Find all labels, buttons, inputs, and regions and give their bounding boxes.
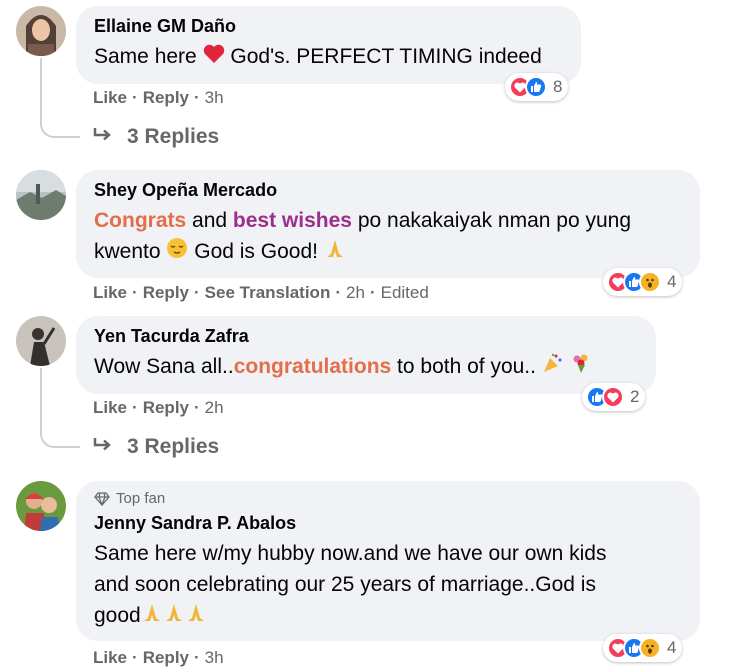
reply-button[interactable]: Reply <box>143 648 189 667</box>
comment-actions: Like · Reply · See Translation · 2h · Ed… <box>93 283 429 303</box>
comment-bubble: Shey Opeña Mercado Congrats and best wis… <box>76 170 700 278</box>
comment-timestamp[interactable]: 3h <box>205 648 224 667</box>
reaction-count: 4 <box>667 272 677 291</box>
thread-line <box>40 368 80 448</box>
view-replies-button[interactable]: 3 Replies <box>93 435 219 459</box>
reaction-summary[interactable]: 2 <box>582 383 646 411</box>
comment-timestamp[interactable]: 2h <box>205 398 224 418</box>
comment-actions: Like · Reply · 3h <box>93 648 224 667</box>
comment-text: Same here w/my hubby now.and we have our… <box>94 538 684 632</box>
comment-author[interactable]: Jenny Sandra P. Abalos <box>94 512 684 534</box>
wow-reaction-icon <box>639 637 661 659</box>
like-button[interactable]: Like <box>93 88 127 108</box>
thread-line <box>40 58 80 138</box>
like-button[interactable]: Like <box>93 283 127 303</box>
reaction-count: 2 <box>630 387 640 406</box>
view-replies-button[interactable]: 3 Replies <box>93 125 219 149</box>
top-fan-diamond-icon <box>94 492 110 506</box>
reaction-count: 4 <box>667 638 677 657</box>
praying-hands-emoji-icon <box>141 601 207 632</box>
comment-timestamp[interactable]: 2h <box>346 283 365 303</box>
comment-actions: Like · Reply · 3h <box>93 88 224 108</box>
wow-reaction-icon <box>639 271 661 293</box>
comment-actions: Like · Reply · 2h <box>93 398 224 418</box>
avatar[interactable] <box>16 316 66 366</box>
heart-emoji-icon <box>203 42 225 73</box>
reply-arrow-icon <box>93 435 113 459</box>
replies-label: 3 Replies <box>127 435 220 458</box>
top-fan-badge: Top fan <box>94 490 684 508</box>
reaction-summary[interactable]: 4 <box>603 268 683 296</box>
reply-arrow-icon <box>93 125 113 149</box>
replies-label: 3 Replies <box>127 125 220 148</box>
reply-button[interactable]: Reply <box>143 88 189 108</box>
comment-bubble: Ellaine GM Daño Same here God's. PERFECT… <box>76 6 581 84</box>
comment-bubble: Top fan Jenny Sandra P. Abalos Same here… <box>76 481 700 641</box>
avatar[interactable] <box>16 170 66 220</box>
like-reaction-icon <box>525 76 547 98</box>
party-popper-emoji-icon <box>542 352 564 383</box>
comment-author[interactable]: Shey Opeña Mercado <box>94 179 684 201</box>
edited-label: Edited <box>380 283 429 302</box>
comment-text: Congrats and best wishes po nakakaiyak n… <box>94 205 684 268</box>
avatar[interactable] <box>16 6 66 56</box>
avatar[interactable] <box>16 481 66 531</box>
praying-hands-emoji-icon <box>324 237 346 268</box>
bouquet-emoji-icon <box>570 352 592 383</box>
reply-button[interactable]: Reply <box>143 398 189 418</box>
reaction-count: 8 <box>553 77 563 96</box>
reply-button[interactable]: Reply <box>143 283 189 303</box>
love-reaction-icon <box>602 386 624 408</box>
comment-timestamp[interactable]: 3h <box>205 88 224 108</box>
reaction-summary[interactable]: 4 <box>603 634 683 662</box>
comment-text: Wow Sana all..congratulations to both of… <box>94 351 640 383</box>
like-button[interactable]: Like <box>93 398 127 418</box>
relieved-emoji-icon <box>166 237 188 268</box>
reaction-summary[interactable]: 8 <box>505 73 569 101</box>
comment-text: Same here God's. PERFECT TIMING indeed <box>94 41 565 73</box>
comment-author[interactable]: Ellaine GM Daño <box>94 15 565 37</box>
comment-bubble: Yen Tacurda Zafra Wow Sana all..congratu… <box>76 316 656 394</box>
see-translation-button[interactable]: See Translation <box>205 283 331 303</box>
comment-author[interactable]: Yen Tacurda Zafra <box>94 325 640 347</box>
like-button[interactable]: Like <box>93 648 127 667</box>
